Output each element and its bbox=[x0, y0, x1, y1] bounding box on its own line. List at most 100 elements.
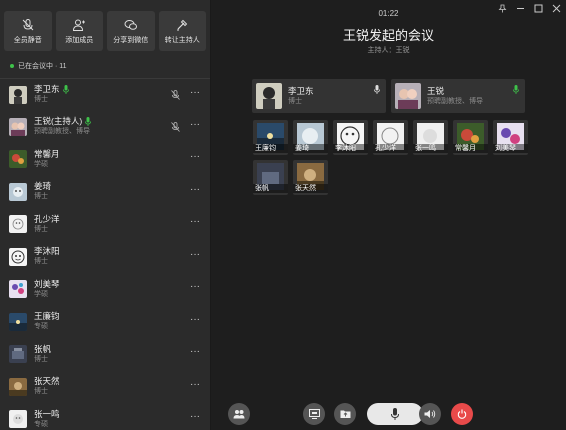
participant-name: 张一鸣 bbox=[34, 408, 60, 419]
grid-tile[interactable]: 张帆 bbox=[253, 160, 288, 195]
speaker-tile[interactable]: 王锐 预聘副教授、博导 bbox=[391, 79, 525, 113]
participant-row[interactable]: 张一鸣 专硕 ··· bbox=[0, 403, 210, 430]
participant-row[interactable]: 李卫东 博士 ··· bbox=[0, 78, 210, 111]
participants-icon bbox=[233, 410, 245, 419]
avatar bbox=[9, 410, 27, 429]
speaker-volume-icon bbox=[424, 410, 436, 418]
participant-title: 专硕 bbox=[34, 420, 48, 428]
mic-muted-icon[interactable] bbox=[171, 90, 180, 100]
grid-tile-name: 张天然 bbox=[293, 184, 328, 193]
mute-all-button[interactable]: 全员静音 bbox=[4, 11, 52, 51]
more-options-icon[interactable]: ··· bbox=[190, 249, 200, 260]
participant-title: 博士 bbox=[34, 225, 48, 233]
grid-tile[interactable]: 李沐阳 bbox=[333, 120, 368, 155]
add-member-button[interactable]: 添加成员 bbox=[55, 11, 103, 51]
avatar bbox=[9, 150, 27, 169]
more-options-icon[interactable]: ··· bbox=[190, 119, 200, 130]
avatar bbox=[395, 83, 421, 109]
mic-on-icon bbox=[62, 85, 69, 95]
more-options-icon[interactable]: ··· bbox=[190, 216, 200, 227]
avatar bbox=[9, 345, 27, 364]
participant-name: 刘美琴 bbox=[34, 278, 60, 289]
hang-up-button[interactable] bbox=[451, 403, 473, 425]
participant-title: 博士 bbox=[34, 193, 48, 201]
share-file-button[interactable] bbox=[334, 403, 356, 425]
participant-row[interactable]: 王廉钧 专硕 ··· bbox=[0, 306, 210, 339]
speaker-tile[interactable]: 李卫东 博士 bbox=[252, 79, 386, 113]
participant-title: 博士 bbox=[34, 258, 48, 266]
participant-title: 预聘副教授、博导 bbox=[34, 128, 90, 136]
mute-all-label: 全员静音 bbox=[13, 36, 42, 44]
more-options-icon[interactable]: ··· bbox=[190, 411, 200, 422]
grid-tile[interactable]: 王廉钧 bbox=[253, 120, 288, 155]
more-options-icon[interactable]: ··· bbox=[190, 314, 200, 325]
grid-tile-name: 刘美琴 bbox=[493, 144, 528, 153]
participant-title: 博士 bbox=[34, 355, 48, 363]
participants-button[interactable] bbox=[228, 403, 250, 425]
more-options-icon[interactable]: ··· bbox=[190, 281, 200, 292]
share-screen-icon bbox=[308, 409, 320, 419]
grid-tile[interactable]: 张一鸣 bbox=[413, 120, 448, 155]
grid-tile-name: 常馨月 bbox=[453, 144, 488, 153]
grid-tile-name: 孔少洋 bbox=[373, 144, 408, 153]
participant-list: 李卫东 博士 ··· 王锐(主持人) 预聘副教授、博导 ··· 常馨月 学硕 ·… bbox=[0, 78, 210, 430]
avatar bbox=[9, 182, 27, 201]
participant-name: 张天然 bbox=[34, 376, 60, 387]
speaker-name: 李卫东 bbox=[288, 86, 314, 96]
grid-tile[interactable]: 刘美琴 bbox=[493, 120, 528, 155]
microphone-button[interactable] bbox=[367, 403, 423, 425]
participant-title: 专硕 bbox=[34, 323, 48, 331]
mic-on-icon bbox=[85, 117, 92, 127]
transfer-host-button[interactable]: 转让主持人 bbox=[158, 11, 206, 51]
more-options-icon[interactable]: ··· bbox=[190, 184, 200, 195]
add-member-label: 添加成员 bbox=[65, 36, 94, 44]
participant-row[interactable]: 常馨月 学硕 ··· bbox=[0, 143, 210, 176]
avatar bbox=[9, 280, 27, 299]
mic-on-icon bbox=[513, 85, 519, 94]
avatar bbox=[9, 247, 27, 266]
participant-row[interactable]: 李沐阳 博士 ··· bbox=[0, 241, 210, 274]
participant-name: 孔少洋 bbox=[34, 213, 60, 224]
mic-muted-icon[interactable] bbox=[171, 121, 180, 132]
grid-tile-name: 张一鸣 bbox=[413, 144, 448, 153]
participant-row[interactable]: 姜琦 博士 ··· bbox=[0, 176, 210, 209]
meeting-clock: 01:22 bbox=[378, 9, 399, 18]
participants-panel: 全员静音 添加成员 分享到微信 转让主持人 已在会议中 · 11 李卫东 博士 … bbox=[0, 0, 211, 430]
more-options-icon[interactable]: ··· bbox=[190, 346, 200, 357]
avatar bbox=[9, 85, 27, 104]
participant-name: 张帆 bbox=[34, 343, 52, 354]
grid-tile[interactable]: 孔少洋 bbox=[373, 120, 408, 155]
more-options-icon[interactable]: ··· bbox=[190, 151, 200, 162]
avatar bbox=[256, 83, 282, 109]
grid-tile-name: 王廉钧 bbox=[253, 144, 288, 153]
share-screen-button[interactable] bbox=[303, 403, 325, 425]
participant-row[interactable]: 张天然 博士 ··· bbox=[0, 371, 210, 404]
participant-row[interactable]: 孔少洋 博士 ··· bbox=[0, 208, 210, 241]
grid-tile[interactable]: 常馨月 bbox=[453, 120, 488, 155]
wechat-share-icon bbox=[124, 19, 137, 30]
avatar bbox=[9, 377, 27, 396]
participant-name: 常馨月 bbox=[34, 148, 60, 159]
participant-name: 李卫东 bbox=[34, 84, 60, 95]
meeting-title: 王锐发起的会议 bbox=[342, 28, 434, 43]
meeting-stage: 01:22 王锐发起的会议 主持人：王锐 李卫东 博士 王锐 预聘副教授、博导 … bbox=[211, 0, 566, 430]
participant-name: 姜琦 bbox=[34, 181, 52, 192]
more-options-icon[interactable]: ··· bbox=[190, 379, 200, 390]
participant-row[interactable]: 刘美琴 学硕 ··· bbox=[0, 273, 210, 306]
transfer-host-label: 转让主持人 bbox=[164, 36, 200, 44]
mute-all-icon bbox=[22, 18, 34, 30]
participant-row[interactable]: 张帆 博士 ··· bbox=[0, 338, 210, 371]
speaker-title: 预聘副教授、博导 bbox=[427, 98, 483, 105]
participant-name: 王锐(主持人) bbox=[34, 116, 83, 127]
power-icon bbox=[457, 409, 467, 419]
grid-tile[interactable]: 张天然 bbox=[293, 160, 328, 195]
participant-title: 学硕 bbox=[34, 160, 48, 168]
more-options-icon[interactable]: ··· bbox=[190, 87, 200, 98]
host-toolbar: 全员静音 添加成员 分享到微信 转让主持人 bbox=[0, 0, 210, 56]
grid-tile[interactable]: 姜琦 bbox=[293, 120, 328, 155]
participant-row[interactable]: 王锐(主持人) 预聘副教授、博导 ··· bbox=[0, 111, 210, 144]
participant-title: 博士 bbox=[34, 388, 48, 396]
speaker-button[interactable] bbox=[419, 403, 441, 425]
speaker-name: 王锐 bbox=[427, 86, 445, 96]
wechat-share-button[interactable]: 分享到微信 bbox=[107, 11, 155, 51]
